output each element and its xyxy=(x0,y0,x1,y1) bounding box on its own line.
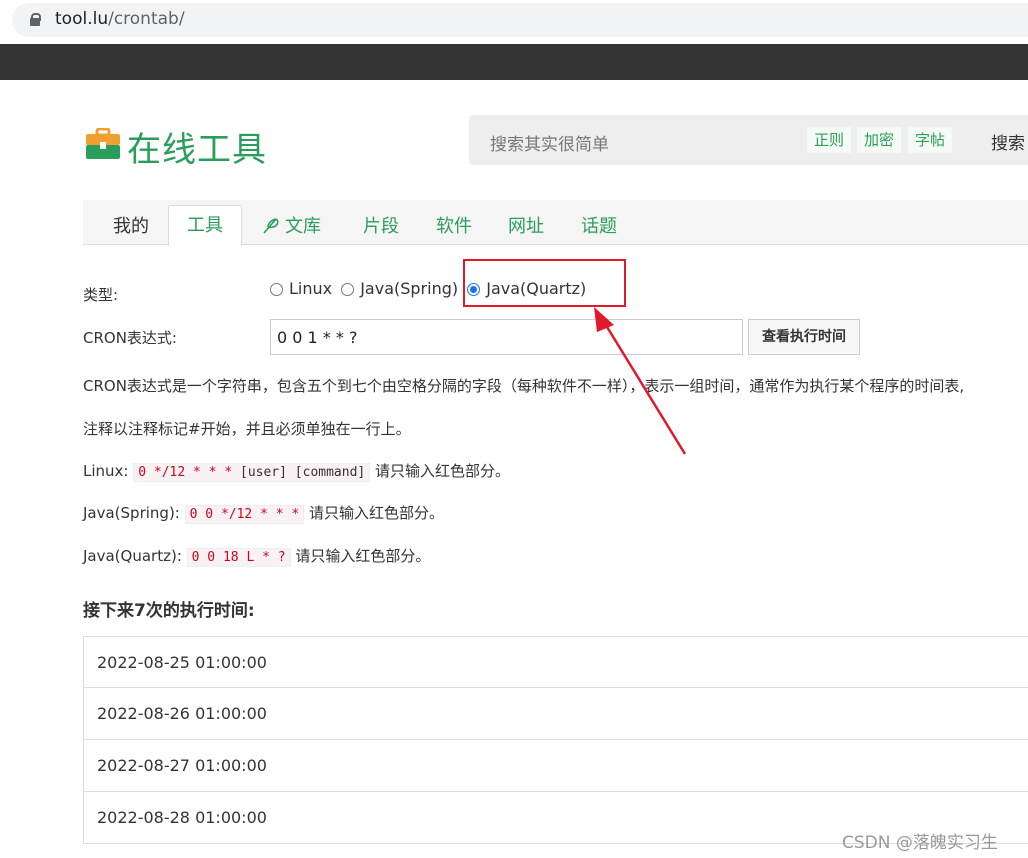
watermark: CSDN @落魄实习生 xyxy=(842,833,998,853)
annotation-arrow xyxy=(594,307,687,455)
